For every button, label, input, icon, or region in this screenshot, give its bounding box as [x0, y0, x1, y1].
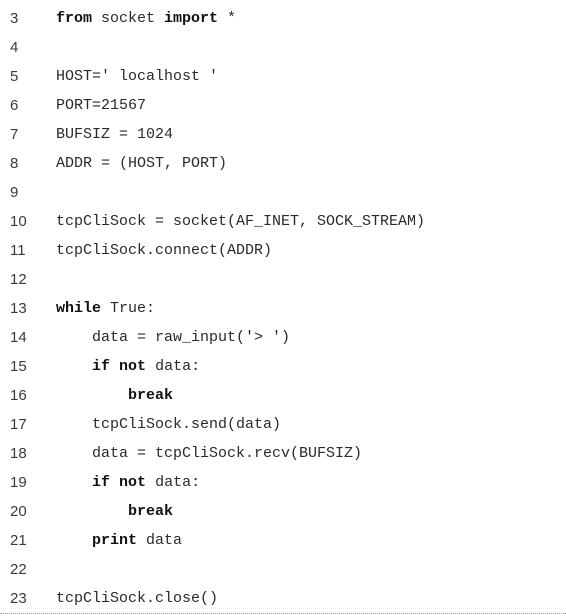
code-token: tcpCliSock.send(data)	[56, 416, 282, 433]
code-line: 8 ADDR = (HOST, PORT)	[0, 149, 566, 178]
line-number: 18	[10, 445, 27, 462]
keyword-token: import	[164, 10, 219, 27]
code-line: 19 if not data:	[0, 468, 566, 497]
line-number: 23	[10, 590, 27, 607]
bottom-divider	[0, 613, 566, 614]
code-line: 20 break	[0, 497, 566, 526]
line-number: 21	[10, 532, 27, 549]
code-token: HOST=' localhost '	[56, 68, 219, 85]
code-token: PORT=21567	[56, 97, 147, 114]
code-token: data:	[146, 474, 201, 491]
keyword-token: not	[119, 358, 147, 375]
keyword-token: if	[92, 474, 111, 491]
line-code: HOST=' localhost '	[56, 62, 218, 91]
line-number: 6	[10, 97, 19, 114]
code-line: 4	[0, 33, 566, 62]
code-token: ADDR = (HOST, PORT)	[56, 155, 228, 172]
line-code: tcpCliSock.connect(ADDR)	[56, 236, 272, 265]
line-number: 7	[10, 126, 19, 143]
code-token: tcpCliSock.close()	[56, 590, 219, 607]
code-token: BUFSIZ = 1024	[56, 126, 174, 143]
code-listing: 3 from socket import * 4 5 HOST=' localhost …	[0, 4, 566, 613]
code-line: 23 tcpCliSock.close()	[0, 584, 566, 613]
code-token: tcpCliSock = socket(AF_INET, SOCK_STREAM…	[56, 213, 426, 230]
code-token: *	[218, 10, 237, 27]
line-number: 4	[10, 39, 19, 56]
keyword-token: not	[119, 474, 147, 491]
line-number: 14	[10, 329, 27, 346]
line-code: tcpCliSock.close()	[56, 584, 218, 613]
line-code: ADDR = (HOST, PORT)	[56, 149, 227, 178]
code-line: 12	[0, 265, 566, 294]
code-line: 6 PORT=21567	[0, 91, 566, 120]
code-line: 3 from socket import *	[0, 4, 566, 33]
line-number: 19	[10, 474, 27, 491]
code-line: 14 data = raw_input('> ')	[0, 323, 566, 352]
line-code: data = tcpCliSock.recv(BUFSIZ)	[56, 439, 362, 468]
line-code: if not data:	[56, 468, 200, 497]
line-number: 11	[10, 242, 26, 259]
line-code: tcpCliSock = socket(AF_INET, SOCK_STREAM…	[56, 207, 425, 236]
line-number: 12	[10, 271, 27, 288]
keyword-token: break	[128, 387, 174, 404]
line-code: print data	[56, 526, 182, 555]
line-code: data = raw_input('> ')	[56, 323, 290, 352]
code-line: 17 tcpCliSock.send(data)	[0, 410, 566, 439]
line-number: 16	[10, 387, 27, 404]
code-line: 16 break	[0, 381, 566, 410]
keyword-token: print	[92, 532, 138, 549]
keyword-token: if	[92, 358, 111, 375]
code-line: 15 if not data:	[0, 352, 566, 381]
line-number: 10	[10, 213, 27, 230]
code-line: 21 print data	[0, 526, 566, 555]
code-token: socket	[92, 10, 165, 27]
line-code: if not data:	[56, 352, 200, 381]
code-token: data = tcpCliSock.recv(BUFSIZ)	[56, 445, 363, 462]
line-number: 13	[10, 300, 27, 317]
code-line: 18 data = tcpCliSock.recv(BUFSIZ)	[0, 439, 566, 468]
code-line: 10 tcpCliSock = socket(AF_INET, SOCK_STRE…	[0, 207, 566, 236]
keyword-token: from	[56, 10, 93, 27]
line-code: break	[56, 381, 173, 410]
keyword-token: break	[128, 503, 174, 520]
line-code: BUFSIZ = 1024	[56, 120, 173, 149]
line-number: 3	[10, 10, 19, 27]
code-line: 7 BUFSIZ = 1024	[0, 120, 566, 149]
code-line: 9	[0, 178, 566, 207]
code-token: True:	[101, 300, 156, 317]
line-code: tcpCliSock.send(data)	[56, 410, 281, 439]
line-number: 15	[10, 358, 27, 375]
line-number: 8	[10, 155, 19, 172]
keyword-token: while	[56, 300, 102, 317]
code-token: data = raw_input('> ')	[56, 329, 291, 346]
code-token: tcpCliSock.connect(ADDR)	[56, 242, 273, 259]
code-line: 5 HOST=' localhost '	[0, 62, 566, 91]
code-line: 22	[0, 555, 566, 584]
line-number: 22	[10, 561, 27, 578]
code-line: 13 while True:	[0, 294, 566, 323]
code-line: 11 tcpCliSock.connect(ADDR)	[0, 236, 566, 265]
line-code: PORT=21567	[56, 91, 146, 120]
line-number: 5	[10, 68, 19, 85]
code-token: data:	[146, 358, 201, 375]
line-code: break	[56, 497, 173, 526]
line-code: from socket import *	[56, 4, 236, 33]
line-number: 9	[10, 184, 19, 201]
line-number: 20	[10, 503, 27, 520]
code-token: data	[137, 532, 183, 549]
line-number: 17	[10, 416, 27, 433]
line-code: while True:	[56, 294, 155, 323]
